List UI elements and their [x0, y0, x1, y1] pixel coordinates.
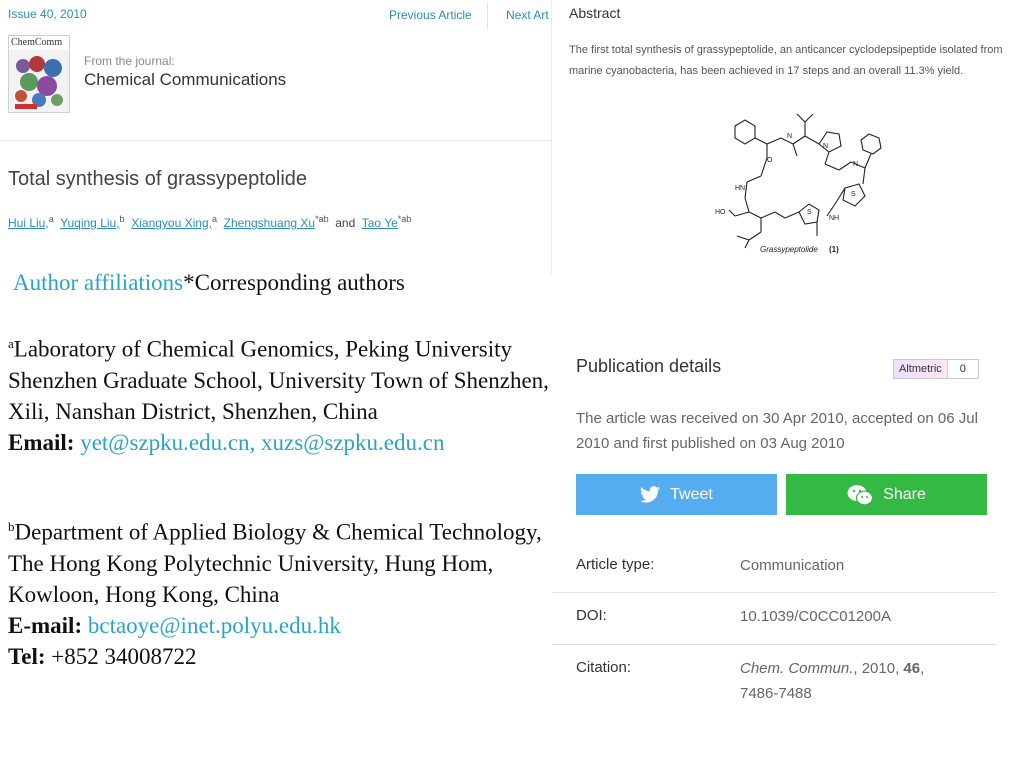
cover-title: ChemComm: [11, 37, 63, 48]
email-link[interactable]: yet@szpku.edu.cn, xuzs@szpku.edu.cn: [80, 430, 444, 455]
share-button[interactable]: Share: [786, 474, 987, 515]
affiliation-b: bDepartment of Applied Biology & Chemica…: [8, 511, 568, 672]
citation-volume: 46: [903, 660, 921, 677]
previous-article-link[interactable]: Previous Article: [389, 8, 472, 22]
svg-text:S: S: [807, 209, 812, 216]
author-affiliation-mark: *ab: [397, 214, 412, 224]
abstract-text: The first total synthesis of grassypepto…: [569, 44, 1003, 77]
issue-link[interactable]: Issue 40, 2010: [8, 7, 87, 21]
next-article-link[interactable]: Next Art: [506, 8, 549, 22]
author-link[interactable]: Tao Ye: [362, 216, 398, 230]
citation-year: , 2010,: [853, 660, 904, 677]
svg-text:NH: NH: [829, 215, 839, 222]
from-journal-label: From the journal:: [84, 54, 175, 68]
svg-text:O: O: [767, 157, 773, 164]
article-type-label: Article type:: [576, 556, 655, 573]
doi-value[interactable]: 10.1039/C0CC01200A: [740, 604, 891, 629]
author-affiliation-mark: b: [119, 214, 125, 224]
altmetric-badge[interactable]: Altmetric 0: [893, 359, 979, 379]
publication-details-title: Publication details: [576, 356, 722, 376]
journal-name-link[interactable]: Chemical Communications: [84, 70, 286, 90]
author-affiliation-mark: a: [211, 214, 217, 224]
detail-divider: [552, 644, 997, 645]
share-label: Share: [883, 485, 926, 503]
citation-pages: 7486-7488: [740, 685, 812, 702]
author-affiliation-mark: a: [48, 214, 54, 224]
author-link[interactable]: Yuqing Liu,: [60, 216, 119, 230]
svg-text:N: N: [787, 133, 792, 140]
grassypeptolide-structure-image[interactable]: N N N S S NH HN HO O Grassypeptolide (1): [705, 108, 905, 256]
email-label: Email:: [8, 429, 75, 455]
tel-label: Tel:: [8, 643, 46, 669]
panel-divider: [551, 0, 552, 275]
altmetric-count: 0: [959, 363, 966, 375]
structure-caption: Grassypeptolide: [760, 245, 818, 254]
affiliation-text: Department of Applied Biology & Chemical…: [8, 519, 542, 607]
author-conjunction: and: [335, 216, 356, 230]
doi-label: DOI:: [576, 607, 607, 624]
journal-cover-image[interactable]: ChemComm: [8, 35, 70, 113]
tweet-button[interactable]: Tweet: [576, 474, 777, 515]
svg-text:HO: HO: [715, 209, 726, 216]
affiliations-header: Author affiliations*Corresponding author…: [13, 267, 405, 298]
svg-text:HN: HN: [735, 185, 745, 192]
altmetric-label: Altmetric: [894, 360, 948, 378]
nav-divider: [487, 2, 488, 30]
email-label: E-mail:: [8, 612, 83, 638]
author-link[interactable]: Hui Liu,: [8, 216, 49, 230]
citation-value: Chem. Commun., 2010, 46, 7486-7488: [740, 656, 980, 706]
wechat-icon: [847, 484, 874, 505]
citation-journal: Chem. Commun.: [740, 660, 854, 677]
citation-tail: ,: [920, 660, 925, 677]
svg-text:S: S: [851, 191, 856, 198]
author-affiliation-mark: *ab: [315, 214, 329, 224]
detail-divider: [552, 592, 997, 593]
author-link[interactable]: Xiangyou Xing,: [131, 216, 212, 230]
citation-label: Citation:: [576, 659, 632, 676]
tweet-label: Tweet: [670, 485, 713, 503]
article-type-value: Communication: [740, 557, 845, 574]
affiliation-text: Laboratory of Chemical Genomics, Peking …: [8, 336, 549, 424]
email-link[interactable]: bctaoye@inet.polyu.edu.hk: [88, 613, 341, 638]
publication-dates: The article was received on 30 Apr 2010,…: [576, 410, 978, 452]
abstract-label: Abstract: [569, 5, 621, 21]
header-separator: [0, 140, 552, 141]
structure-number: (1): [829, 245, 839, 254]
svg-text:N: N: [823, 143, 828, 150]
affiliation-a: aLaboratory of Chemical Genomics, Peking…: [8, 328, 568, 458]
article-title: Total synthesis of grassypeptolide: [8, 168, 308, 190]
author-list: Hui Liu,a Yuqing Liu,b Xiangyou Xing,a Z…: [8, 214, 411, 230]
author-affiliations-toggle[interactable]: Author affiliations: [13, 270, 183, 295]
corresponding-authors-note: *Corresponding authors: [183, 270, 405, 295]
tel-value: +852 34008722: [51, 643, 197, 669]
author-link[interactable]: Zhengshuang Xu: [224, 216, 315, 230]
svg-text:N: N: [853, 161, 858, 168]
twitter-icon: [640, 486, 661, 503]
